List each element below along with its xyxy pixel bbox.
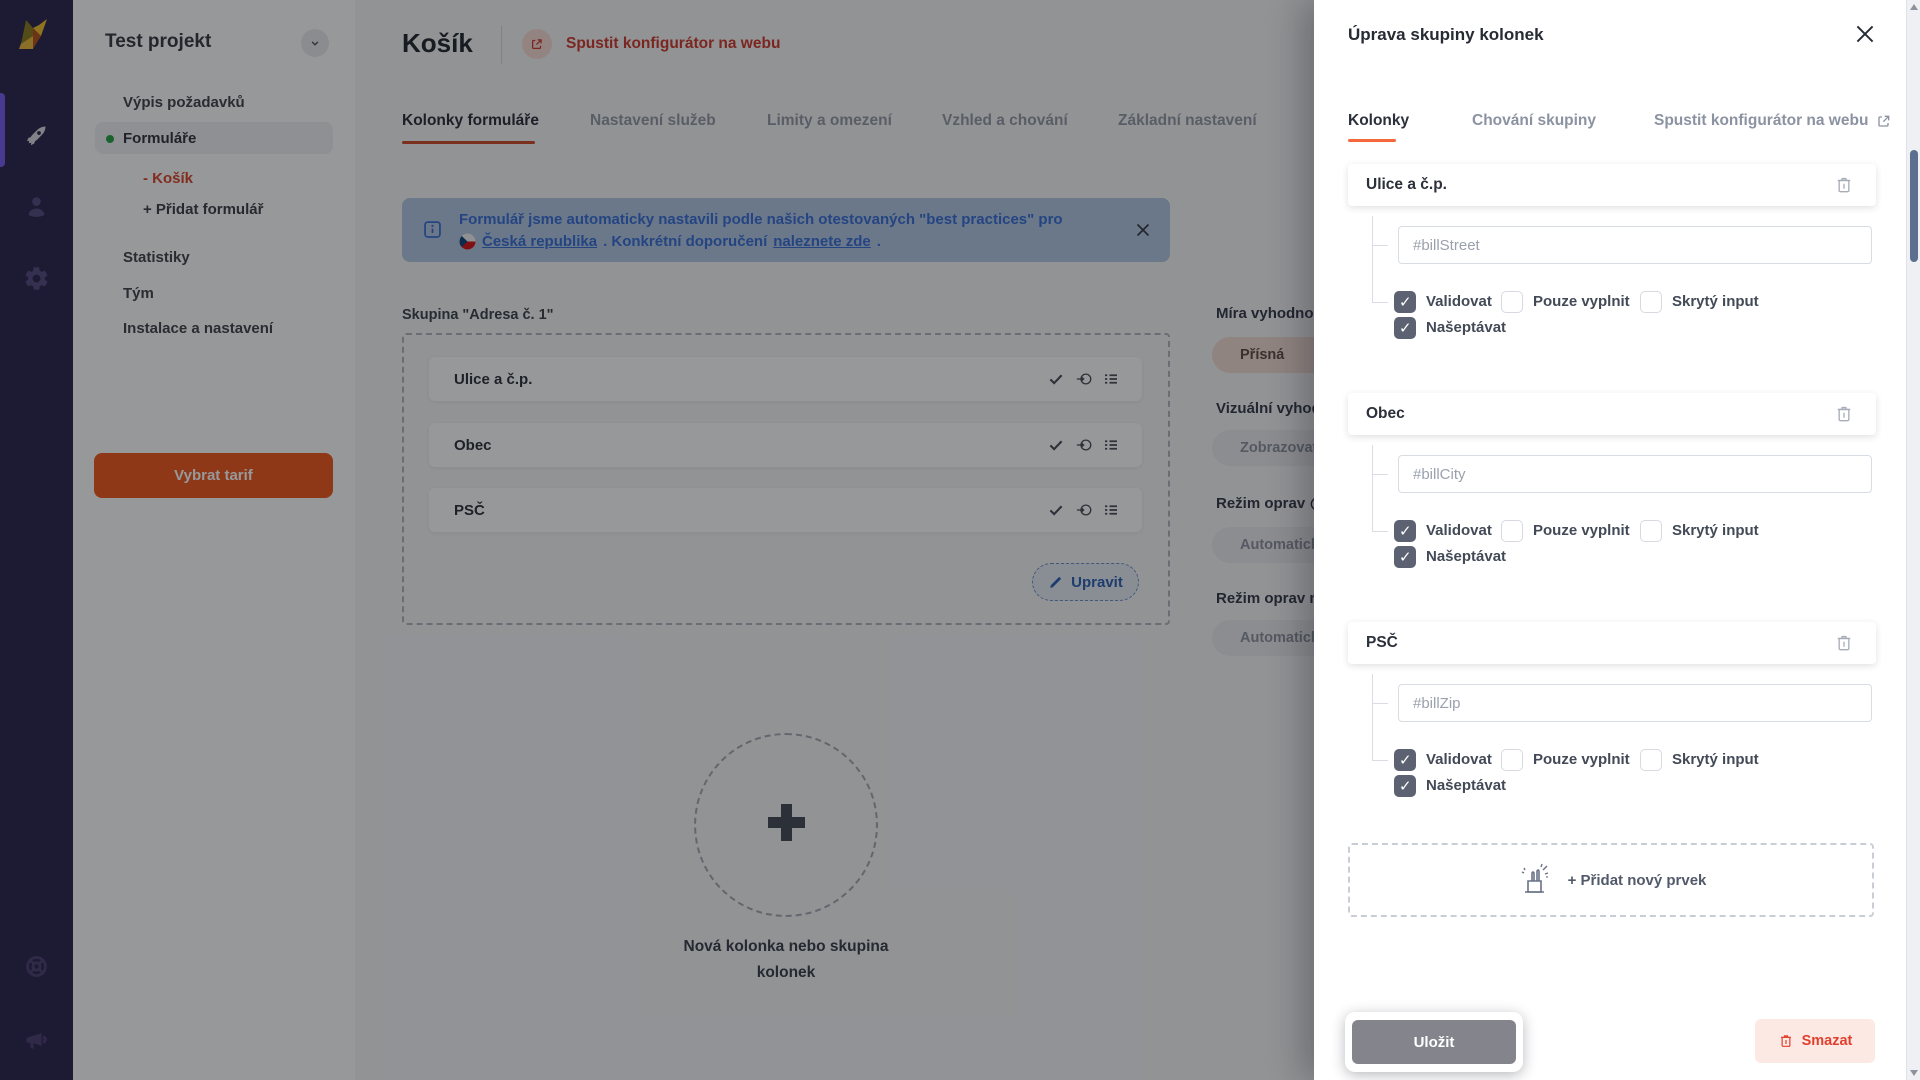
checkbox-pouze-vyplnit[interactable] xyxy=(1501,749,1523,771)
checkbox-naseptavat[interactable] xyxy=(1394,546,1416,568)
add-new-element-label: + Přidat nový prvek xyxy=(1567,871,1707,889)
checkbox-skryty-input[interactable] xyxy=(1640,291,1662,313)
drawer-tab-chovani-skupiny[interactable]: Chování skupiny xyxy=(1472,112,1596,130)
add-new-element-button[interactable]: + Přidat nový prvek xyxy=(1348,843,1874,917)
checkbox-label-skryty-input: Skrytý input xyxy=(1672,751,1759,768)
magic-hat-icon xyxy=(1516,861,1554,899)
field-id-input[interactable] xyxy=(1398,684,1872,722)
drawer-title: Úprava skupiny kolonek xyxy=(1348,25,1544,44)
field-card-header[interactable] xyxy=(1348,622,1876,664)
checkbox-label-skryty-input: Skrytý input xyxy=(1672,522,1759,539)
delete-field-trash-icon[interactable] xyxy=(1834,404,1854,424)
checkbox-label-validovat: Validovat xyxy=(1426,293,1492,310)
field-card-obec: Obec Validovat Pouze vyplnit Skrytý inpu… xyxy=(1348,393,1876,593)
page-scrollbar[interactable] xyxy=(1906,0,1920,1080)
field-label: PSČ xyxy=(1366,634,1398,651)
checkbox-skryty-input[interactable] xyxy=(1640,749,1662,771)
tree-connector xyxy=(1372,760,1388,761)
checkbox-label-skryty-input: Skrytý input xyxy=(1672,293,1759,310)
field-card-header[interactable] xyxy=(1348,393,1876,435)
app-root: Test projekt Výpis požadavků Formuláře -… xyxy=(0,0,1920,1080)
checkbox-naseptavat[interactable] xyxy=(1394,317,1416,339)
checkbox-validovat[interactable] xyxy=(1394,291,1416,313)
edit-group-drawer: Úprava skupiny kolonek Kolonky Chování s… xyxy=(1314,0,1920,1080)
field-label: Obec xyxy=(1366,405,1405,422)
tree-connector xyxy=(1372,531,1388,532)
drawer-close-button[interactable] xyxy=(1852,21,1878,47)
close-icon xyxy=(1856,25,1874,43)
tree-connector xyxy=(1372,474,1388,475)
checkbox-label-naseptavat: Našeptávat xyxy=(1426,548,1507,565)
external-link-icon xyxy=(1878,115,1890,127)
tree-connector xyxy=(1372,703,1388,704)
checkbox-label-naseptavat: Našeptávat xyxy=(1426,777,1507,794)
delete-field-trash-icon[interactable] xyxy=(1834,175,1854,195)
delete-field-trash-icon[interactable] xyxy=(1834,633,1854,653)
checkbox-label-naseptavat: Našeptávat xyxy=(1426,319,1507,336)
tree-connector xyxy=(1372,302,1388,303)
delete-group-button[interactable]: Smazat xyxy=(1755,1019,1875,1063)
checkbox-skryty-input[interactable] xyxy=(1640,520,1662,542)
field-id-input[interactable] xyxy=(1398,455,1872,493)
field-label: Ulice a č.p. xyxy=(1366,176,1447,193)
checkbox-pouze-vyplnit[interactable] xyxy=(1501,291,1523,313)
checkbox-validovat[interactable] xyxy=(1394,749,1416,771)
field-id-input[interactable] xyxy=(1398,226,1872,264)
tree-connector xyxy=(1372,445,1373,531)
checkbox-label-validovat: Validovat xyxy=(1426,522,1492,539)
delete-group-label: Smazat xyxy=(1801,1033,1853,1049)
drawer-tab-label: Spustit konfigurátor na webu xyxy=(1654,112,1869,129)
checkbox-pouze-vyplnit[interactable] xyxy=(1501,520,1523,542)
checkbox-label-validovat: Validovat xyxy=(1426,751,1492,768)
tree-connector xyxy=(1372,674,1373,760)
checkbox-naseptavat[interactable] xyxy=(1394,775,1416,797)
checkbox-label-pouze-vyplnit: Pouze vyplnit xyxy=(1533,293,1630,310)
checkbox-label-pouze-vyplnit: Pouze vyplnit xyxy=(1533,522,1630,539)
save-button[interactable]: Uložit xyxy=(1352,1020,1516,1064)
checkbox-label-pouze-vyplnit: Pouze vyplnit xyxy=(1533,751,1630,768)
tree-connector xyxy=(1372,216,1373,302)
field-card-ulice: Ulice a č.p. Validovat Pouze vyplnit Skr… xyxy=(1348,164,1876,364)
trash-icon xyxy=(1780,1035,1791,1047)
scroll-down-arrow[interactable] xyxy=(1910,1070,1918,1076)
field-card-psc: PSČ Validovat Pouze vyplnit Skrytý input… xyxy=(1348,622,1876,822)
scrollbar-thumb[interactable] xyxy=(1910,150,1918,262)
save-button-wrapper: Uložit xyxy=(1345,1012,1523,1072)
drawer-tab-kolonky[interactable]: Kolonky xyxy=(1348,112,1409,130)
checkbox-validovat[interactable] xyxy=(1394,520,1416,542)
tree-connector xyxy=(1372,245,1388,246)
scroll-up-arrow[interactable] xyxy=(1910,4,1918,10)
drawer-active-tab-underline xyxy=(1348,139,1396,142)
drawer-tab-spustit-konfigurator[interactable]: Spustit konfigurátor na webu xyxy=(1654,112,1892,130)
